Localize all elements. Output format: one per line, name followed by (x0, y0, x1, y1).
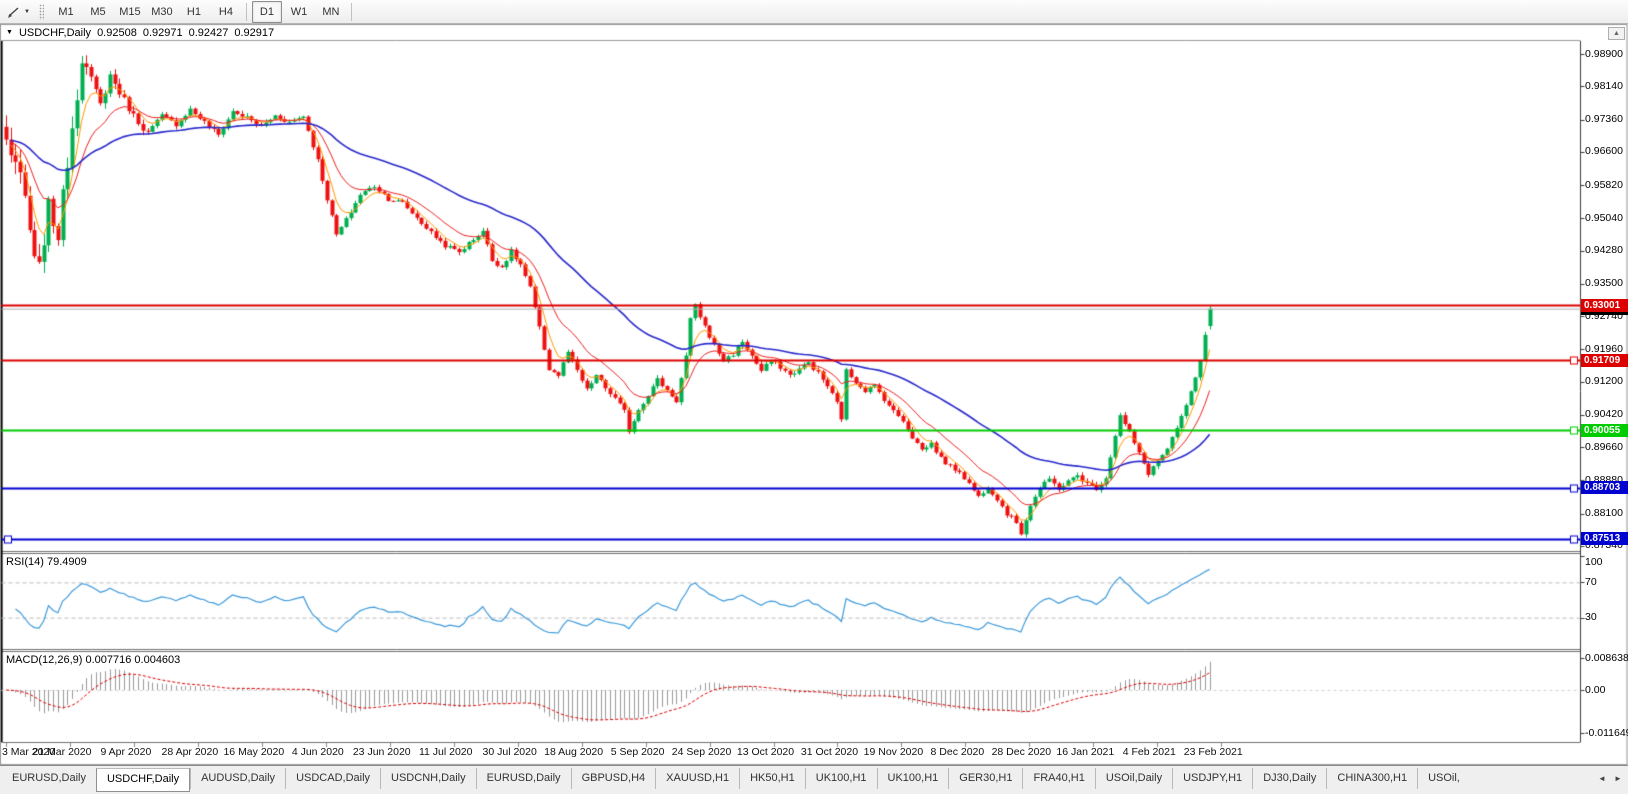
chart-tab-dj30-daily[interactable]: DJ30,Daily (1252, 768, 1326, 789)
timeframe-button-h1[interactable]: H1 (179, 1, 209, 23)
timeframe-toolbar: ▼ M1M5M15M30H1H4 D1W1MN (0, 0, 1628, 24)
toolbar-grip (39, 4, 44, 20)
chart-title: ▼ USDCHF,Daily 0.92508 0.92971 0.92427 0… (6, 26, 274, 39)
low-value: 0.92427 (189, 27, 229, 39)
price-chart-canvas[interactable] (0, 24, 1628, 765)
chart-tab-usdjpy-h1[interactable]: USDJPY,H1 (1172, 768, 1252, 789)
tab-scroll-buttons: ◄ ► (1594, 770, 1626, 787)
trading-app-window: ▼ M1M5M15M30H1H4 D1W1MN ▼ USDCHF,Daily 0.… (0, 0, 1628, 794)
high-value: 0.92971 (143, 27, 183, 39)
chart-tab-usdchf-daily[interactable]: USDCHF,Daily (96, 768, 190, 792)
chart-tab-ger30-h1[interactable]: GER30,H1 (948, 768, 1022, 789)
timeframe-button-w1[interactable]: W1 (284, 1, 314, 23)
chart-tab-eurusd-daily[interactable]: EURUSD,Daily (2, 768, 96, 789)
timeframe-button-h4[interactable]: H4 (211, 1, 241, 23)
timeframe-button-m15[interactable]: M15 (115, 1, 145, 23)
chart-window: ▼ USDCHF,Daily 0.92508 0.92971 0.92427 0… (0, 24, 1628, 765)
chart-tab-xauusd-h1[interactable]: XAUUSD,H1 (655, 768, 739, 789)
tabs-container: EURUSD,DailyUSDCHF,DailyAUDUSD,DailyUSDC… (2, 768, 1470, 792)
timeframe-button-m5[interactable]: M5 (83, 1, 113, 23)
chart-tab-fra40-h1[interactable]: FRA40,H1 (1022, 768, 1094, 789)
toolbar-separator (246, 3, 247, 21)
chart-tab-gbpusd-h4[interactable]: GBPUSD,H4 (571, 768, 656, 789)
chart-tab-usdcnh-daily[interactable]: USDCNH,Daily (380, 768, 476, 789)
line-tool-icon (7, 5, 21, 19)
scroll-up-button[interactable]: ▲ (1608, 27, 1625, 40)
timeframe-button-m1[interactable]: M1 (51, 1, 81, 23)
chart-tab-usoil-[interactable]: USOil, (1417, 768, 1470, 789)
tool-caret-icon: ▼ (24, 9, 30, 15)
tab-scroll-right-icon[interactable]: ► (1610, 770, 1626, 787)
timeframe-button-m30[interactable]: M30 (147, 1, 177, 23)
line-tools-button[interactable]: ▼ (4, 2, 33, 22)
chart-tab-usoil-daily[interactable]: USOil,Daily (1095, 768, 1172, 789)
tab-scroll-left-icon[interactable]: ◄ (1594, 770, 1610, 787)
chart-tab-hk50-h1[interactable]: HK50,H1 (739, 768, 805, 789)
chart-tab-eurusd-daily[interactable]: EURUSD,Daily (476, 768, 571, 789)
close-value: 0.92917 (234, 27, 274, 39)
timeframe-button-mn[interactable]: MN (316, 1, 346, 23)
timeframe-button-d1[interactable]: D1 (252, 1, 282, 23)
chart-tab-audusd-daily[interactable]: AUDUSD,Daily (190, 768, 285, 789)
chart-tab-bar: EURUSD,DailyUSDCHF,DailyAUDUSD,DailyUSDC… (0, 765, 1628, 794)
symbol-label: USDCHF,Daily (19, 27, 91, 39)
open-value: 0.92508 (97, 27, 137, 39)
chart-tab-uk100-h1[interactable]: UK100,H1 (805, 768, 877, 789)
chart-tab-china300-h1[interactable]: CHINA300,H1 (1326, 768, 1417, 789)
timeframe-buttons: M1M5M15M30H1H4 D1W1MN (50, 1, 347, 23)
chart-tab-uk100-h1[interactable]: UK100,H1 (877, 768, 949, 789)
toolbar-separator (351, 3, 352, 21)
chart-tab-usdcad-daily[interactable]: USDCAD,Daily (285, 768, 380, 789)
symbol-dropdown-icon[interactable]: ▼ (6, 29, 13, 36)
